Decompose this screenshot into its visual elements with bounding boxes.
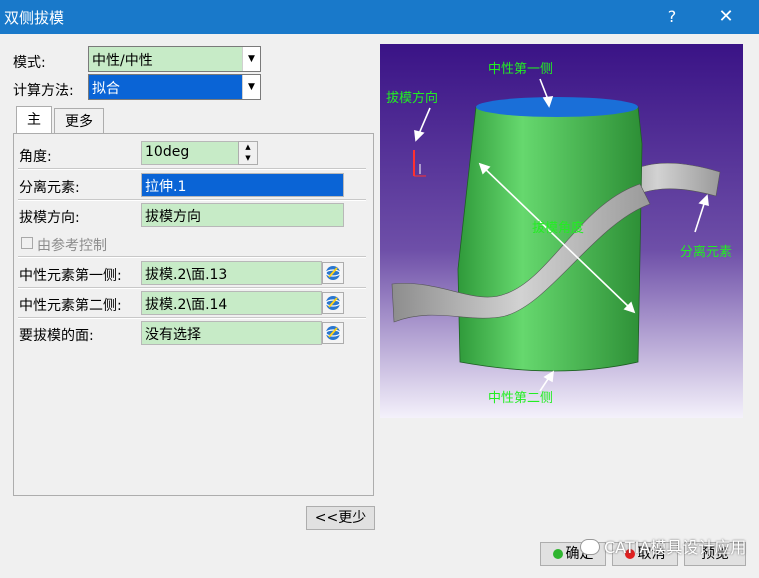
neutral1-field[interactable]: 拔模.2\面.13 <box>141 261 322 285</box>
angle-label: 角度: <box>19 149 52 165</box>
faces-to-draft-value: 没有选择 <box>145 327 201 343</box>
tab-main[interactable]: 主 <box>16 106 52 134</box>
neutral2-label: 中性元素第二侧: <box>19 298 122 314</box>
preview-label-neutral1: 中性第一侧 <box>488 62 553 77</box>
mode-value: 中性/中性 <box>92 53 153 69</box>
ref-control-checkbox[interactable] <box>21 237 33 249</box>
parting-element-label: 分离元素: <box>19 180 80 196</box>
faces-to-draft-field[interactable]: 没有选择 <box>141 321 322 345</box>
preview-label-neutral2: 中性第二侧 <box>488 391 553 406</box>
preview-label-angle: 拔模角度 <box>532 220 584 236</box>
mode-dropdown[interactable]: 中性/中性 ▼ <box>88 46 261 72</box>
less-button[interactable]: <<更少 <box>306 506 375 530</box>
window-title: 双侧拔模 <box>4 9 65 27</box>
preview-label-direction: 拔模方向 <box>386 90 438 106</box>
chevron-down-icon[interactable]: ▼ <box>242 75 260 99</box>
watermark-text: CATIA模具设计应用 <box>604 538 747 557</box>
spin-down-icon[interactable]: ▼ <box>239 153 257 164</box>
close-button[interactable]: ✕ <box>706 0 746 34</box>
angle-spinner[interactable]: ▲ ▼ <box>238 141 258 165</box>
faces-to-draft-label: 要拔模的面: <box>19 328 94 344</box>
chevron-down-icon[interactable]: ▼ <box>242 47 260 71</box>
draft-direction-label: 拔模方向: <box>19 210 80 226</box>
neutral1-label: 中性元素第一侧: <box>19 268 122 284</box>
neutral2-field[interactable]: 拔模.2\面.14 <box>141 291 322 315</box>
spin-up-icon[interactable]: ▲ <box>239 142 257 153</box>
ref-control-label: 由参考控制 <box>37 238 107 254</box>
neutral2-value: 拔模.2\面.14 <box>145 297 228 313</box>
title-bar: 双侧拔模 ? ✕ <box>0 0 759 34</box>
calc-method-value: 拟合 <box>92 81 120 97</box>
parting-element-field[interactable]: 拉伸.1 <box>141 173 344 197</box>
ok-icon <box>552 549 563 559</box>
angle-input[interactable]: 10deg <box>141 141 239 165</box>
preview-label-parting: 分离元素 <box>680 244 732 260</box>
divider <box>18 256 366 258</box>
faces-picker-button[interactable] <box>322 322 344 344</box>
divider <box>18 317 366 319</box>
neutral1-picker-button[interactable] <box>322 262 344 284</box>
parting-element-value: 拉伸.1 <box>145 179 187 195</box>
face-select-icon <box>325 326 341 340</box>
divider <box>18 287 366 289</box>
watermark: CATIA模具设计应用 <box>580 534 746 558</box>
face-select-icon <box>325 266 341 280</box>
angle-value: 10deg <box>145 144 190 160</box>
draft-direction-value: 拔模方向 <box>145 209 201 225</box>
wechat-icon <box>580 539 600 555</box>
preview-image: 中性第一侧 拔模方向 拔模角度 分离元素 中性第二侧 <box>380 44 743 418</box>
calc-method-label: 计算方法: <box>13 83 74 99</box>
draft-direction-field[interactable]: 拔模方向 <box>141 203 344 227</box>
calc-method-dropdown[interactable]: 拟合 ▼ <box>88 74 261 100</box>
mode-label: 模式: <box>13 55 46 71</box>
help-button[interactable]: ? <box>652 0 692 34</box>
tab-more[interactable]: 更多 <box>54 108 104 134</box>
divider <box>18 168 366 170</box>
face-select-icon <box>325 296 341 310</box>
neutral1-value: 拔模.2\面.13 <box>145 267 228 283</box>
neutral2-picker-button[interactable] <box>322 292 344 314</box>
divider <box>18 199 366 201</box>
